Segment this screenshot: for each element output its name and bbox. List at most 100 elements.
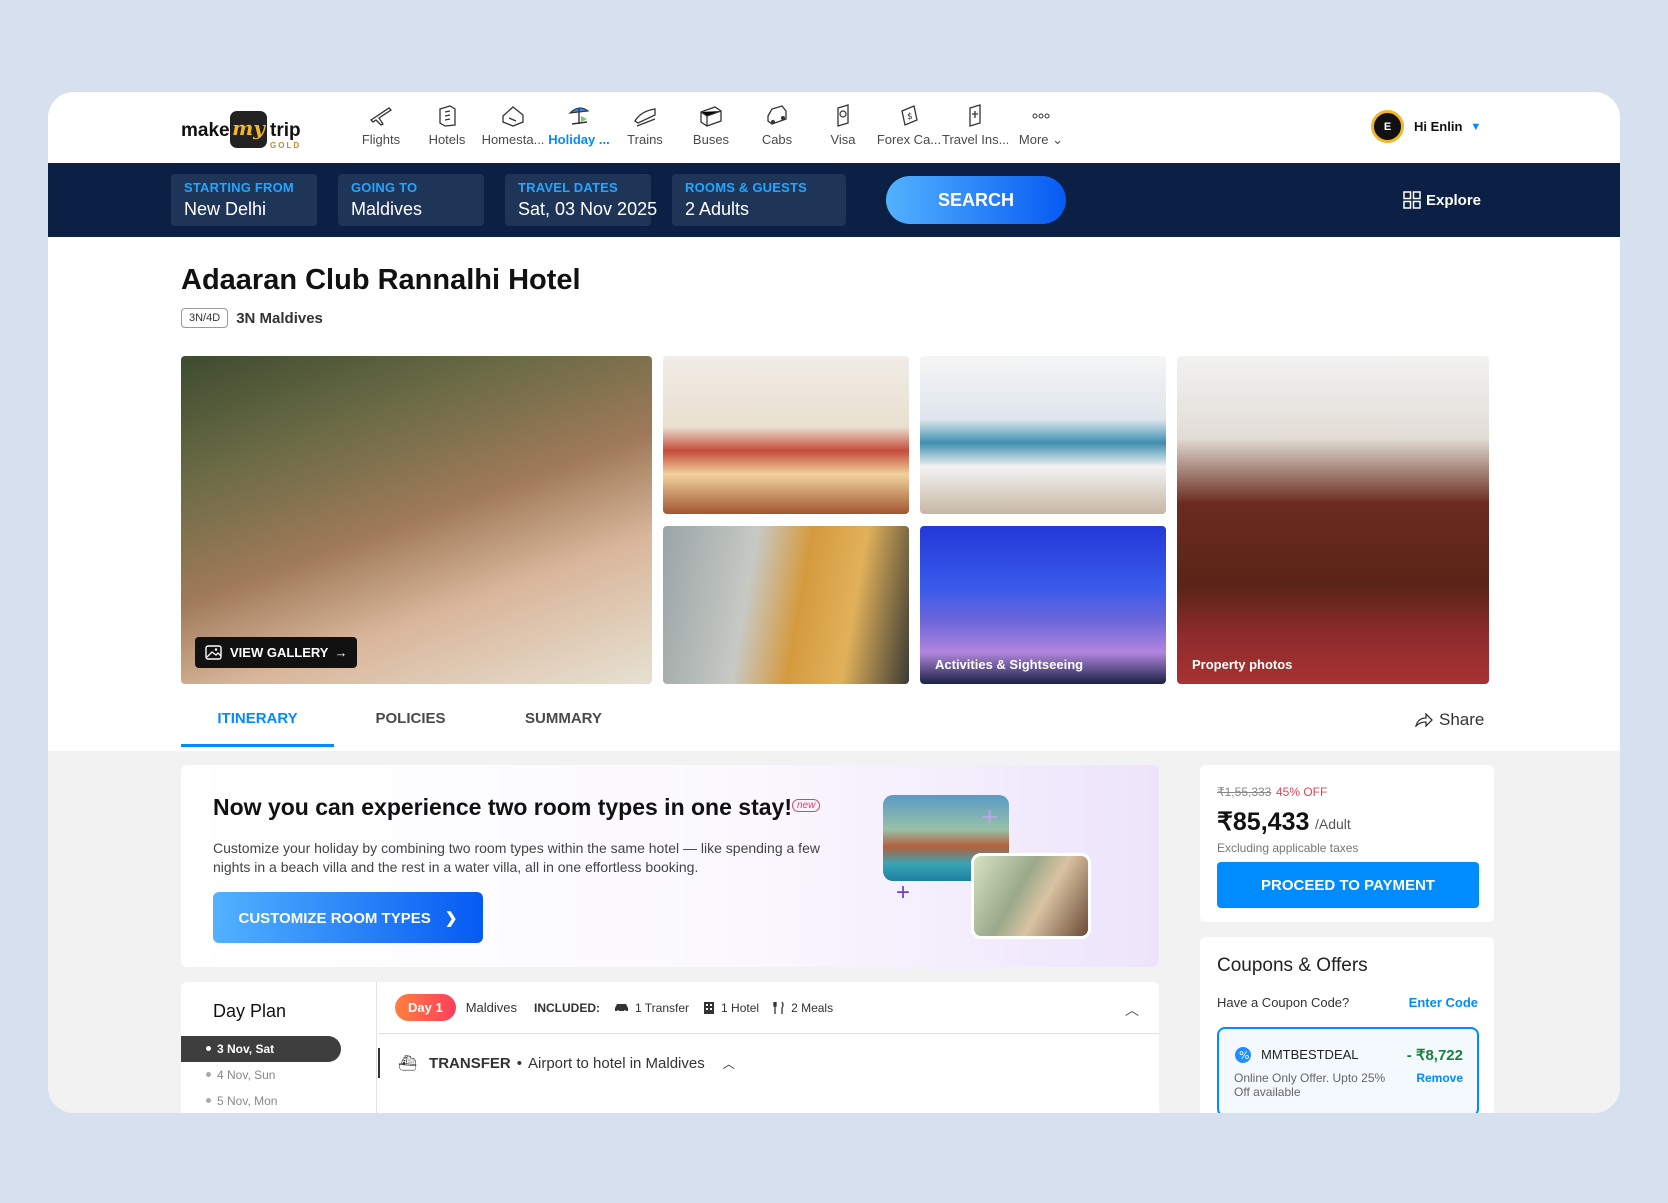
train-icon [612, 100, 678, 132]
price-unit: /Adult [1315, 816, 1351, 832]
chevron-down-icon: ▼ [1470, 120, 1482, 133]
nav-homestays[interactable]: Homesta... [480, 100, 546, 156]
nav-visa[interactable]: Visa [810, 100, 876, 156]
share-icon [1415, 713, 1433, 727]
makemytrip-logo[interactable]: make my trip GOLD [181, 108, 311, 150]
photo-activities[interactable]: Activities & Sightseeing [920, 526, 1166, 684]
nav-more[interactable]: More ⌄ [1008, 100, 1074, 156]
nav-holiday-packages[interactable]: Holiday ... [546, 100, 612, 156]
starting-from-field[interactable]: STARTING FROM New Delhi [171, 174, 317, 226]
coupon-prompt: Have a Coupon Code? [1217, 995, 1350, 1010]
ship-icon: ⛴ [398, 1055, 418, 1072]
package-tabs: ITINERARY POLICIES SUMMARY [181, 697, 640, 747]
image-icon [205, 645, 222, 660]
nav-cabs[interactable]: Cabs [744, 100, 810, 156]
photo-bathroom[interactable] [663, 526, 909, 684]
discount-icon: % [1235, 1047, 1251, 1063]
water-villa-image [971, 853, 1091, 939]
bus-icon [678, 100, 744, 132]
hero-photo-spa[interactable]: VIEW GALLERY → [181, 356, 652, 684]
cab-icon [744, 100, 810, 132]
travel-dates-field[interactable]: TRAVEL DATES Sat, 03 Nov 2025 [505, 174, 657, 226]
collapse-icon[interactable]: ︿ [1125, 1000, 1139, 1020]
day-item[interactable]: 4 Nov, Sun [181, 1062, 341, 1088]
user-greeting: Hi Enlin [1414, 119, 1463, 134]
car-icon [615, 1004, 628, 1013]
tab-policies[interactable]: POLICIES [334, 697, 487, 747]
day-item[interactable]: 3 Nov, Sat [181, 1036, 341, 1062]
enter-code-link[interactable]: Enter Code [1409, 995, 1478, 1010]
browser-screen: make my trip GOLD Flights Hotels Homesta… [48, 92, 1620, 1113]
nav-travel-insurance[interactable]: Travel Ins... [942, 100, 1008, 156]
nav-forex-card[interactable]: $ Forex Ca... [876, 100, 942, 156]
nav-buses[interactable]: Buses [678, 100, 744, 156]
device-frame: make my trip GOLD Flights Hotels Homesta… [0, 0, 1668, 1203]
applied-coupon: % MMTBESTDEAL - ₹8,722 Online Only Offer… [1217, 1027, 1479, 1113]
new-badge: new [792, 799, 821, 812]
flight-icon [348, 100, 414, 132]
search-bar: STARTING FROM New Delhi GOING TO Maldive… [48, 163, 1620, 237]
forex-icon: $ [876, 100, 942, 132]
package-subtitle: 3N/4D 3N Maldives [181, 308, 323, 328]
tax-note: Excluding applicable taxes [1217, 841, 1359, 855]
photo-bedroom-1[interactable] [663, 356, 909, 514]
tab-summary[interactable]: SUMMARY [487, 697, 640, 747]
itinerary-section: Now you can experience two room types in… [48, 751, 1620, 1113]
photo-property[interactable]: Property photos [1177, 356, 1489, 684]
day-header: Day 1 Maldives INCLUDED: 1 Transfer 1 Ho… [378, 982, 1159, 1034]
feature-hotel: 1 Hotel [703, 1001, 759, 1015]
day-item[interactable]: 5 Nov, Mon [181, 1088, 341, 1113]
share-button[interactable]: Share [1415, 710, 1484, 730]
transfer-desc: Airport to hotel in Maldives [527, 1054, 705, 1072]
coupon-desc: Online Only Offer. Upto 25% Off availabl… [1234, 1071, 1386, 1099]
building-icon [704, 1001, 715, 1014]
nav-hotels[interactable]: Hotels [414, 100, 480, 156]
proceed-to-payment-button[interactable]: PROCEED TO PAYMENT [1217, 862, 1479, 908]
plus-icon: + [981, 801, 999, 834]
activities-caption: Activities & Sightseeing [935, 657, 1084, 672]
arrow-right-icon: → [334, 645, 348, 660]
chevron-down-icon: ⌄ [1052, 132, 1064, 147]
day-list: 3 Nov, Sat 4 Nov, Sun 5 Nov, Mon [181, 1036, 341, 1113]
day-location: Maldives [465, 1000, 517, 1015]
customize-room-types-button[interactable]: CUSTOMIZE ROOM TYPES ❯ [213, 892, 483, 943]
top-header: make my trip GOLD Flights Hotels Homesta… [48, 92, 1620, 163]
final-price: ₹85,433 [1217, 808, 1310, 836]
package-title: Adaaran Club Rannalhi Hotel [181, 264, 581, 296]
coupon-code: MMTBESTDEAL [1261, 1047, 1359, 1062]
nav-flights[interactable]: Flights [348, 100, 414, 156]
promo-heading: Now you can experience two room types in… [213, 794, 792, 820]
nav-trains[interactable]: Trains [612, 100, 678, 156]
going-to-field[interactable]: GOING TO Maldives [338, 174, 484, 226]
holiday-icon [546, 100, 612, 132]
view-gallery-button[interactable]: VIEW GALLERY → [195, 637, 358, 668]
explore-button[interactable]: Explore [1403, 191, 1481, 209]
coupons-title: Coupons & Offers [1217, 955, 1368, 976]
product-nav: Flights Hotels Homesta... Holiday ... Tr… [348, 100, 1074, 156]
destination-label: 3N Maldives [236, 309, 323, 327]
property-caption: Property photos [1192, 657, 1293, 672]
rooms-guests-field[interactable]: ROOMS & GUESTS 2 Adults [672, 174, 846, 226]
hotel-icon [414, 100, 480, 132]
more-icon [1008, 100, 1074, 132]
chevron-up-icon[interactable]: ︿ [723, 1055, 735, 1072]
original-price: ₹1,55,333 [1217, 785, 1272, 799]
chevron-right-icon: ❯ [444, 909, 458, 927]
homestay-icon [480, 100, 546, 132]
transfer-title: TRANSFER [429, 1054, 511, 1072]
promo-text: Customize your holiday by combining two … [213, 840, 820, 875]
search-button[interactable]: SEARCH [886, 176, 1066, 224]
discount-label: 45% OFF [1276, 785, 1328, 799]
coupon-amount: - ₹8,722 [1406, 1047, 1463, 1064]
feature-meals: 2 Meals [773, 1001, 833, 1015]
coupons-card: Coupons & Offers Have a Coupon Code? Ent… [1200, 937, 1494, 1113]
tab-itinerary[interactable]: ITINERARY [181, 697, 334, 747]
day-plan-card: Day Plan 3 Nov, Sat 4 Nov, Sun 5 Nov, Mo… [181, 982, 1159, 1113]
user-menu[interactable]: E Hi Enlin ▼ [1371, 110, 1481, 143]
remove-coupon-link[interactable]: Remove [1416, 1071, 1463, 1085]
day-badge[interactable]: Day 1 [395, 994, 456, 1021]
price-card: ₹1,55,333 45% OFF ₹85,433 /Adult Excludi… [1200, 765, 1494, 922]
transfer-row: ⛴ TRANSFER • Airport to hotel in Maldive… [378, 1048, 1159, 1078]
photo-bedroom-2[interactable] [920, 356, 1166, 514]
included-label: INCLUDED: [534, 1000, 600, 1015]
